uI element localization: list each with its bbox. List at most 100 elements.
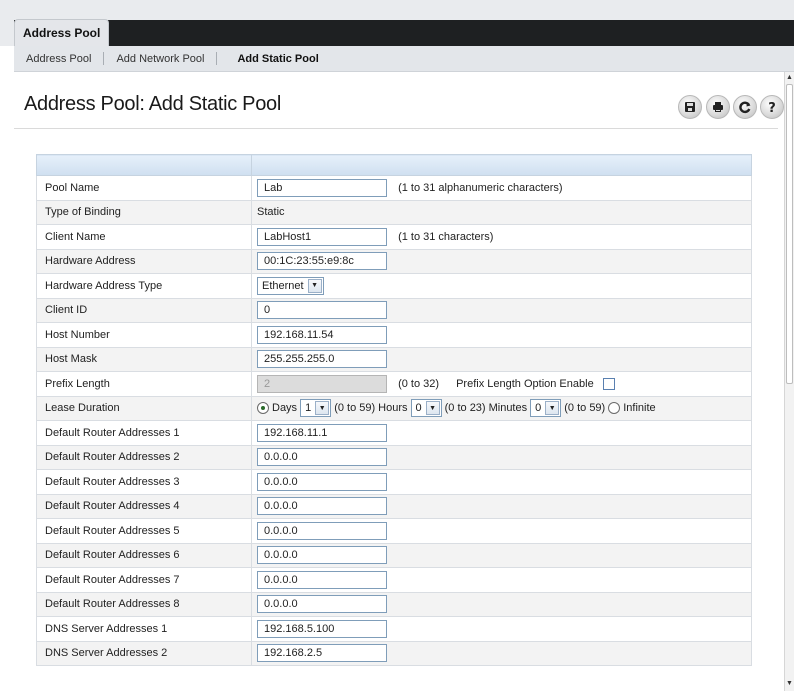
hardware-address-type-select[interactable]: Ethernet ▼ xyxy=(257,276,324,295)
pool-name-label: Pool Name xyxy=(36,175,252,201)
chevron-down-icon[interactable]: ▼ xyxy=(307,278,322,293)
lease-days-select[interactable]: 1 ▼ xyxy=(300,399,332,418)
default-router-7-label: Default Router Addresses 7 xyxy=(36,567,252,593)
lease-days-label: Days xyxy=(272,402,298,415)
save-icon[interactable] xyxy=(678,95,702,119)
svg-text:?: ? xyxy=(768,101,776,114)
client-name-hint: (1 to 31 characters) xyxy=(398,230,494,243)
lease-infinite-label: Infinite xyxy=(623,402,656,415)
lease-hours-select[interactable]: 0 ▼ xyxy=(410,399,442,418)
table-row: Hardware Address Type Ethernet ▼ xyxy=(36,273,752,299)
dns-server-1-input[interactable]: 192.168.5.100 xyxy=(257,619,387,638)
host-mask-label: Host Mask xyxy=(36,346,252,372)
hardware-address-label: Hardware Address xyxy=(36,248,252,274)
help-icon[interactable]: ? xyxy=(760,95,784,119)
default-router-5-input[interactable]: 0.0.0.0 xyxy=(257,521,387,540)
page-title: Address Pool: Add Static Pool xyxy=(24,93,282,115)
tab-address-pool[interactable]: Address Pool xyxy=(14,19,110,46)
lease-duration-controls: Days 1 ▼ (0 to 59) Hours 0 ▼ (0 to 23) M… xyxy=(257,399,751,418)
table-header-cell xyxy=(36,154,252,176)
lease-hours-range: (0 to 23) xyxy=(444,402,486,415)
host-number-input[interactable]: 192.168.11.54 xyxy=(257,325,387,344)
prefix-length-option-checkbox[interactable] xyxy=(602,377,615,390)
default-router-2-label: Default Router Addresses 2 xyxy=(36,444,252,470)
default-router-3-label: Default Router Addresses 3 xyxy=(36,469,252,495)
lease-hours-value: 0 xyxy=(415,402,422,415)
prefix-length-input[interactable]: 2 xyxy=(257,374,387,393)
table-row: Default Router Addresses 8 0.0.0.0 xyxy=(36,591,752,617)
type-of-binding-value: Static xyxy=(251,199,752,225)
table-row: Prefix Length 2 (0 to 32) Prefix Length … xyxy=(36,371,752,397)
table-row: Pool Name Lab (1 to 31 alphanumeric char… xyxy=(36,175,752,201)
client-name-input[interactable]: LabHost1 xyxy=(257,227,387,246)
default-router-4-input[interactable]: 0.0.0.0 xyxy=(257,497,387,516)
table-row: Type of Binding Static xyxy=(36,199,752,225)
client-name-label: Client Name xyxy=(36,224,252,250)
pool-name-hint: (1 to 31 alphanumeric characters) xyxy=(398,181,563,194)
default-router-1-input[interactable]: 192.168.11.1 xyxy=(257,423,387,442)
prefix-length-option-label: Prefix Length Option Enable xyxy=(456,377,594,390)
hardware-address-input[interactable]: 00:1C:23:55:e9:8c xyxy=(257,252,387,271)
table-row: Host Mask 255.255.255.0 xyxy=(36,346,752,372)
default-router-5-label: Default Router Addresses 5 xyxy=(36,518,252,544)
default-router-2-input[interactable]: 0.0.0.0 xyxy=(257,448,387,467)
pool-name-input[interactable]: Lab xyxy=(257,178,387,197)
table-row: Host Number 192.168.11.54 xyxy=(36,322,752,348)
dns-server-1-label: DNS Server Addresses 1 xyxy=(36,616,252,642)
lease-hours-label: Hours xyxy=(378,402,408,415)
prefix-length-hint: (0 to 32) xyxy=(398,377,440,390)
default-router-4-label: Default Router Addresses 4 xyxy=(36,493,252,519)
print-icon[interactable] xyxy=(706,95,730,119)
table-row: Default Router Addresses 2 0.0.0.0 xyxy=(36,444,752,470)
default-router-6-label: Default Router Addresses 6 xyxy=(36,542,252,568)
table-row: Client ID 0 xyxy=(36,297,752,323)
table-header-row xyxy=(36,154,752,176)
dns-server-2-label: DNS Server Addresses 2 xyxy=(36,640,252,666)
table-row: DNS Server Addresses 2 192.168.2.5 xyxy=(36,640,752,666)
table-row: Lease Duration Days 1 ▼ (0 to 59) Hours … xyxy=(36,395,752,421)
default-router-6-input[interactable]: 0.0.0.0 xyxy=(257,546,387,565)
scrollbar-thumb[interactable] xyxy=(786,84,793,384)
lease-days-radio[interactable] xyxy=(257,402,269,415)
lease-minutes-select[interactable]: 0 ▼ xyxy=(530,399,562,418)
hardware-address-type-label: Hardware Address Type xyxy=(36,273,252,299)
dns-server-2-input[interactable]: 192.168.2.5 xyxy=(257,644,387,663)
table-row: Default Router Addresses 1 192.168.11.1 xyxy=(36,420,752,446)
lease-infinite-radio[interactable] xyxy=(608,402,621,415)
refresh-icon[interactable] xyxy=(733,95,757,119)
host-mask-input[interactable]: 255.255.255.0 xyxy=(257,350,387,369)
table-row: Hardware Address 00:1C:23:55:e9:8c xyxy=(36,248,752,274)
table-row: Default Router Addresses 4 0.0.0.0 xyxy=(36,493,752,519)
chevron-down-icon[interactable]: ▼ xyxy=(545,401,560,416)
host-number-label: Host Number xyxy=(36,322,252,348)
default-router-7-input[interactable]: 0.0.0.0 xyxy=(257,570,387,589)
subnav-item-address-pool[interactable]: Address Pool xyxy=(14,46,103,72)
lease-duration-label: Lease Duration xyxy=(36,395,252,421)
static-pool-form-table: Pool Name Lab (1 to 31 alphanumeric char… xyxy=(36,154,752,666)
lease-minutes-label: Minutes xyxy=(488,402,528,415)
scroll-down-arrow-icon[interactable]: ▼ xyxy=(785,679,794,689)
subnav-item-add-network-pool[interactable]: Add Network Pool xyxy=(104,46,216,72)
prefix-length-label: Prefix Length xyxy=(36,371,252,397)
chevron-down-icon[interactable]: ▼ xyxy=(425,401,440,416)
scroll-up-arrow-icon[interactable]: ▲ xyxy=(785,73,794,83)
lease-days-range: (0 to 59) xyxy=(334,402,376,415)
subnav-item-add-static-pool[interactable]: Add Static Pool xyxy=(217,46,330,72)
hardware-address-type-value: Ethernet xyxy=(262,279,304,292)
lease-minutes-value: 0 xyxy=(535,402,542,415)
chevron-down-icon[interactable]: ▼ xyxy=(315,401,330,416)
subnav: Address Pool Add Network Pool Add Static… xyxy=(14,46,794,72)
client-id-label: Client ID xyxy=(36,297,252,323)
default-router-3-input[interactable]: 0.0.0.0 xyxy=(257,472,387,491)
default-router-1-label: Default Router Addresses 1 xyxy=(36,420,252,446)
client-id-input[interactable]: 0 xyxy=(257,301,387,320)
table-row: Default Router Addresses 6 0.0.0.0 xyxy=(36,542,752,568)
table-row: Default Router Addresses 3 0.0.0.0 xyxy=(36,469,752,495)
default-router-8-label: Default Router Addresses 8 xyxy=(36,591,252,617)
default-router-8-input[interactable]: 0.0.0.0 xyxy=(257,595,387,614)
table-row: Default Router Addresses 7 0.0.0.0 xyxy=(36,567,752,593)
lease-days-value: 1 xyxy=(305,402,312,415)
type-of-binding-label: Type of Binding xyxy=(36,199,252,225)
title-divider xyxy=(14,128,778,129)
table-row: Default Router Addresses 5 0.0.0.0 xyxy=(36,518,752,544)
